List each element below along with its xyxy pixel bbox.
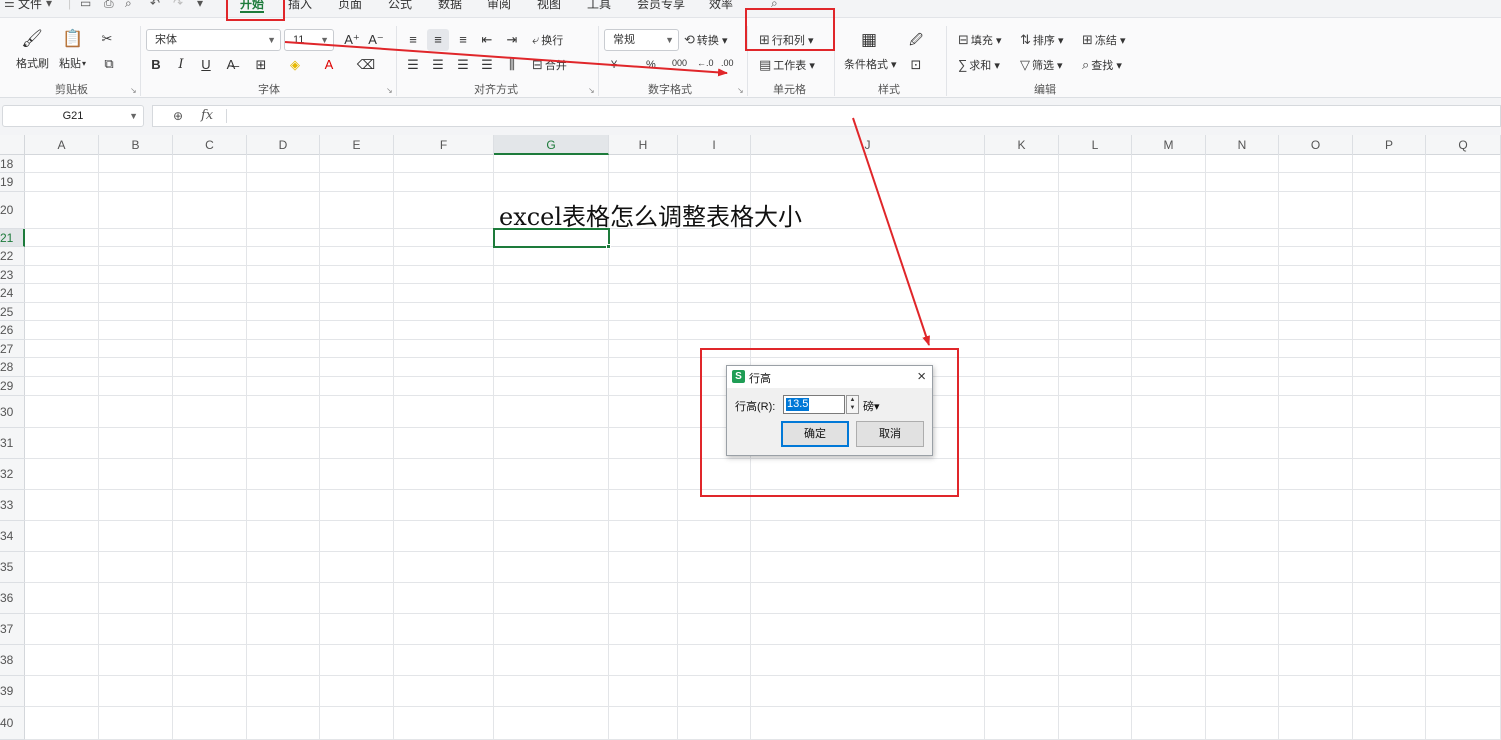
arrow-to-rows-columns bbox=[284, 41, 728, 77]
arrow-to-dialog bbox=[852, 117, 930, 346]
annotation-arrows bbox=[284, 41, 930, 346]
